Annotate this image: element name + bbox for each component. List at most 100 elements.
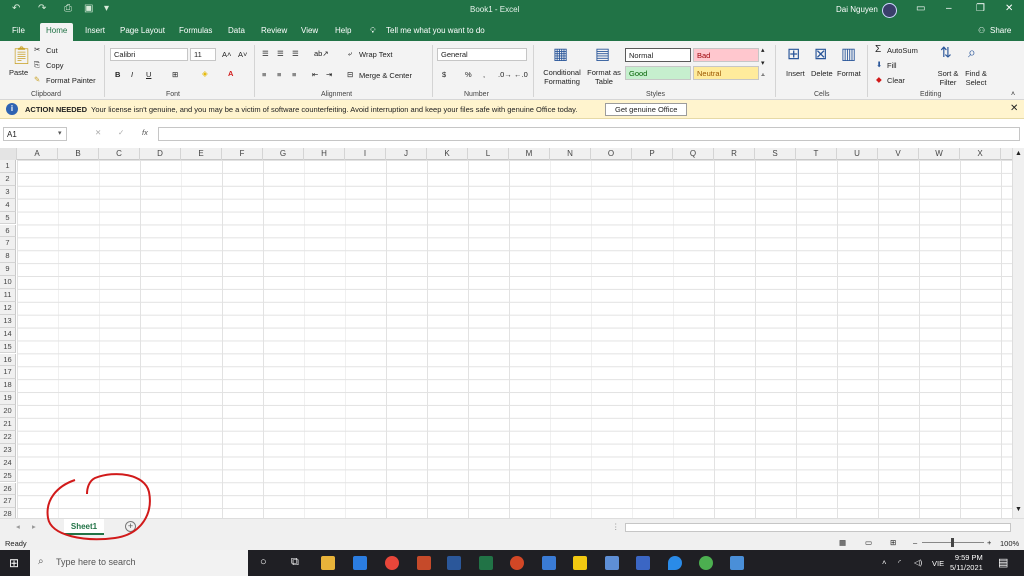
styles-scroll-down-icon[interactable]: ▾ (761, 59, 765, 67)
share-button[interactable]: Share (990, 26, 1011, 35)
paste-button[interactable]: Paste (9, 68, 28, 77)
row-header[interactable]: 14 (0, 327, 16, 341)
ribbon-display-icon[interactable]: ▭ (916, 3, 925, 14)
close-icon[interactable]: ✕ (1005, 3, 1013, 14)
scroll-down-icon[interactable]: ▼ (1015, 506, 1022, 513)
styles-more-icon[interactable]: ⩡ (761, 72, 765, 80)
row-header[interactable]: 24 (0, 456, 16, 470)
row-header[interactable]: 10 (0, 276, 16, 289)
comma-icon[interactable]: , (483, 70, 485, 79)
zoom-level[interactable]: 100% (1000, 539, 1019, 548)
column-header[interactable]: S (755, 148, 796, 160)
copy-button[interactable]: Copy (46, 61, 64, 70)
column-header[interactable]: T (796, 148, 837, 160)
cut-button[interactable]: Cut (46, 46, 58, 55)
notifications-icon[interactable]: ▤ (998, 556, 1008, 569)
column-header[interactable]: A (17, 148, 58, 160)
increase-decimal-icon[interactable]: .0→ (498, 70, 512, 79)
style-neutral[interactable]: Neutral (693, 66, 759, 80)
wrap-text-button[interactable]: Wrap Text (359, 50, 393, 59)
merge-center-icon[interactable]: ⊟ (347, 70, 353, 79)
powerpoint-icon[interactable] (510, 556, 524, 570)
row-header[interactable]: 9 (0, 263, 16, 277)
delete-cells-icon[interactable]: ⊠ (814, 44, 827, 64)
cell-area[interactable] (17, 160, 1012, 518)
styles-scroll-up-icon[interactable]: ▴ (761, 46, 765, 54)
cut-icon[interactable]: ✂ (34, 45, 40, 54)
tab-home[interactable]: Home (40, 23, 74, 41)
file-explorer-icon[interactable] (321, 556, 335, 570)
zoom-in-icon[interactable]: + (987, 538, 991, 547)
zoom-out-icon[interactable]: – (913, 538, 917, 547)
column-header[interactable]: R (714, 148, 755, 160)
cancel-formula-icon[interactable]: ✕ (95, 128, 101, 137)
font-size-select[interactable]: 11 (190, 48, 216, 61)
column-header[interactable]: M (509, 148, 550, 160)
align-left-icon[interactable]: ≡ (262, 70, 266, 79)
print-preview-icon[interactable]: ⎙ (64, 3, 72, 14)
taskbar-search[interactable]: ⌕ Type here to search (30, 550, 248, 576)
row-header[interactable]: 17 (0, 366, 16, 380)
chrome-icon[interactable] (385, 556, 399, 570)
format-as-table-icon[interactable]: ▤ (595, 44, 610, 64)
row-header[interactable]: 1 (0, 160, 16, 173)
column-header[interactable]: J (386, 148, 427, 160)
tray-chevron-icon[interactable]: ˄ (882, 558, 886, 567)
decrease-font-icon[interactable]: A˅ (238, 50, 247, 59)
font-color-icon[interactable]: A (228, 69, 233, 78)
zoom-slider-thumb[interactable] (951, 538, 954, 547)
column-header[interactable]: D (140, 148, 181, 160)
column-header[interactable]: X (960, 148, 1001, 160)
word-icon[interactable] (447, 556, 461, 570)
horizontal-scrollbar[interactable] (625, 523, 1011, 532)
page-break-view-icon[interactable]: ⊞ (890, 538, 896, 547)
collapse-ribbon-icon[interactable]: ˄ (1011, 91, 1015, 98)
app-icon[interactable] (730, 556, 744, 570)
enter-formula-icon[interactable]: ✓ (118, 128, 124, 137)
calculator-icon[interactable] (542, 556, 556, 570)
row-header[interactable]: 15 (0, 340, 16, 354)
customize-qat-icon[interactable]: ▾ (104, 3, 109, 14)
fill-button[interactable]: Fill (887, 61, 897, 70)
clear-icon[interactable]: ◆ (876, 75, 882, 84)
tell-me-search[interactable]: Tell me what you want to do (386, 26, 485, 35)
column-header[interactable]: B (58, 148, 99, 160)
redo-icon[interactable]: ↷ (38, 3, 46, 14)
row-header[interactable]: 22 (0, 430, 16, 444)
tab-view[interactable]: View (301, 26, 318, 35)
italic-icon[interactable]: I (131, 70, 133, 79)
row-header[interactable]: 2 (0, 172, 16, 186)
worksheet-grid[interactable]: ABCDEFGHIJKLMNOPQRSTUVWX 1 2 3 4 5 6 7 8 9 10 11 12… (0, 148, 1012, 522)
row-header[interactable]: 19 (0, 392, 16, 406)
delete-button[interactable]: Delete (811, 69, 833, 78)
save-icon[interactable]: ▣ (84, 3, 93, 14)
style-bad[interactable]: Bad (693, 48, 759, 62)
clock[interactable]: 9:59 PM 5/11/2021 (950, 553, 983, 573)
undo-icon[interactable]: ↶ (12, 3, 20, 14)
column-header[interactable]: U (837, 148, 878, 160)
share-icon[interactable]: ⚇ (978, 26, 985, 35)
column-header[interactable]: C (99, 148, 140, 160)
cortana-icon[interactable]: ○ (260, 556, 267, 568)
row-header[interactable]: 18 (0, 379, 16, 393)
autosum-icon[interactable]: Σ (875, 44, 881, 55)
tab-split-handle-icon[interactable]: ⋮ (612, 522, 620, 531)
windows-start-icon[interactable]: ⊞ (9, 556, 19, 570)
format-painter-icon[interactable]: ✎ (34, 75, 40, 84)
volume-icon[interactable]: ◁) (914, 558, 922, 567)
select-all-corner[interactable] (0, 148, 17, 160)
column-header[interactable]: W (919, 148, 960, 160)
row-header[interactable]: 12 (0, 301, 16, 315)
column-header[interactable]: V (878, 148, 919, 160)
align-right-icon[interactable]: ≡ (292, 70, 296, 79)
format-button[interactable]: Format (837, 69, 861, 78)
scroll-up-icon[interactable]: ▲ (1015, 150, 1022, 157)
row-header[interactable]: 7 (0, 237, 16, 251)
column-header[interactable]: G (263, 148, 304, 160)
autosum-button[interactable]: AutoSum (887, 46, 918, 55)
decrease-decimal-icon[interactable]: ←.0 (514, 70, 528, 79)
fill-color-icon[interactable]: ◈ (202, 69, 208, 78)
store-icon[interactable] (353, 556, 367, 570)
clear-button[interactable]: Clear (887, 76, 905, 85)
align-top-icon[interactable]: ☰ (262, 49, 269, 58)
